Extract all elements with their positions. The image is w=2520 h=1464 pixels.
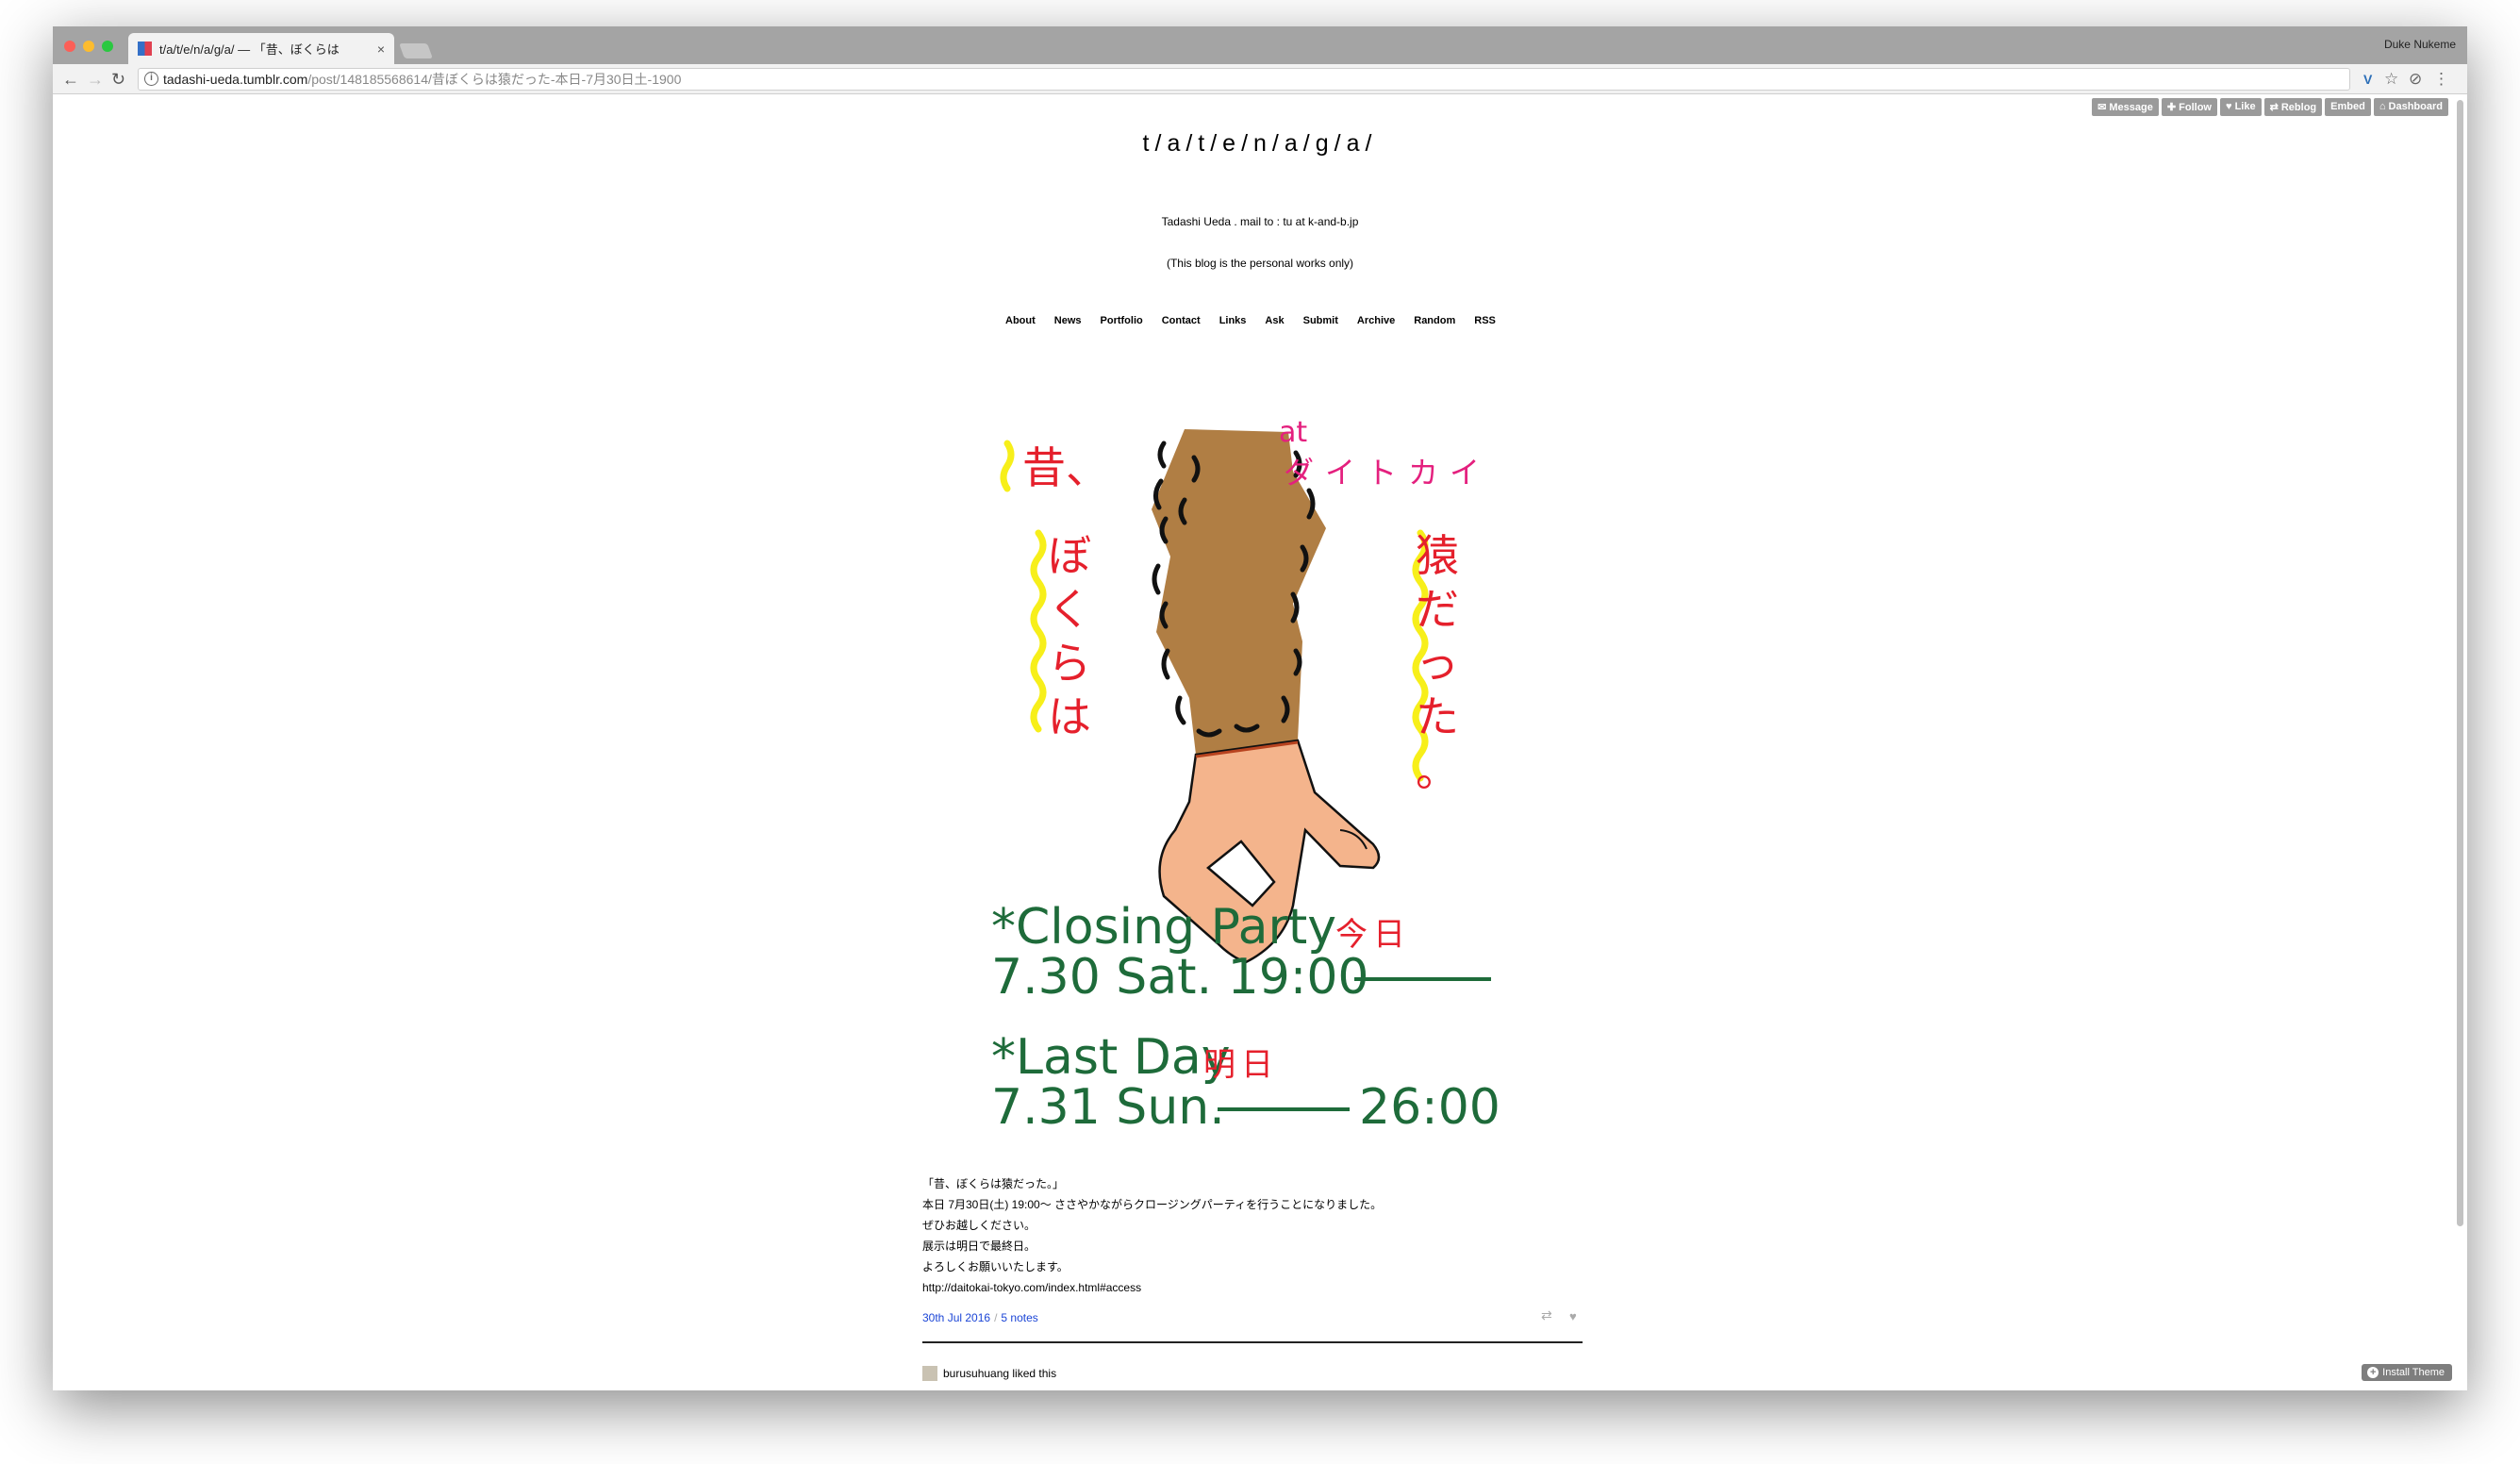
poster-last-time: 26:00 — [1359, 1079, 1500, 1136]
title-bar: t/a/t/e/n/a/g/a/ — 「昔、ぼくらは × Duke Nukeme — [53, 26, 2467, 64]
meta-separator: / — [994, 1311, 998, 1324]
info-icon[interactable]: i — [144, 72, 158, 86]
minimize-window-button[interactable] — [83, 41, 94, 52]
like-label: Like — [2234, 101, 2256, 112]
fur-stroke — [1161, 648, 1170, 680]
nav-ask[interactable]: Ask — [1265, 315, 1284, 326]
fur-stroke — [1152, 563, 1161, 595]
tumblr-favicon-icon — [138, 42, 152, 56]
install-theme-label: Install Theme — [2382, 1367, 2445, 1378]
nav-contact[interactable]: Contact — [1162, 315, 1201, 326]
poster-closing-time: 7.30 Sat. 19:00 — [991, 949, 1369, 1006]
close-window-button[interactable] — [64, 41, 75, 52]
install-theme-button[interactable]: + Install Theme — [2362, 1364, 2452, 1381]
like-heart-icon[interactable]: ♥ — [1569, 1309, 1577, 1323]
poster-venue: ダイトカイ — [1284, 455, 1491, 491]
nav-about[interactable]: About — [1005, 315, 1036, 326]
poster-mukashi: 昔、 — [1022, 442, 1109, 493]
url-path: /post/148185568614/昔ぼくらは猿だった-本日-7月30日土-1… — [307, 72, 682, 87]
browser-window: t/a/t/e/n/a/g/a/ — 「昔、ぼくらは × Duke Nukeme… — [53, 26, 2467, 1390]
poster-saru-1: 猿 — [1416, 530, 1459, 581]
caption-line: よろしくお願いいたします。 — [922, 1260, 1069, 1273]
post-caption: 「昔、ぼくらは猿だった。」 本日 7月30日(土) 19:00〜 ささやかながら… — [922, 1173, 1583, 1298]
tab-title: t/a/t/e/n/a/g/a/ — 「昔、ぼくらは — [159, 42, 340, 57]
caption-line: ぜひお越しください。 — [922, 1219, 1036, 1232]
nav-submit[interactable]: Submit — [1303, 315, 1338, 326]
yellow-squiggle-1 — [1000, 440, 1015, 492]
poster-bokura-3: ら — [1048, 638, 1091, 689]
embed-label: Embed — [2330, 101, 2365, 112]
caption-line: 展示は明日で最終日。 — [922, 1239, 1036, 1253]
poster-bokura-1: ぼ — [1048, 530, 1091, 581]
plus-icon: + — [2367, 1367, 2379, 1378]
post-divider — [922, 1341, 1583, 1343]
poster-saru-3: っ — [1416, 638, 1459, 689]
follow-button[interactable]: ✚ Follow — [2161, 98, 2217, 116]
fur-stroke — [1157, 441, 1167, 469]
like-button[interactable]: ♥ Like — [2219, 98, 2262, 116]
menu-icon[interactable]: ⋮ — [2433, 70, 2449, 89]
nav-news[interactable]: News — [1054, 315, 1082, 326]
poster-last-date: 7.31 Sun. — [991, 1079, 1225, 1136]
reblog-label: Reblog — [2280, 102, 2317, 113]
yellow-squiggle-2 — [1030, 529, 1047, 733]
reblog-icon[interactable]: ⇄ — [1541, 1307, 1552, 1323]
nav-archive[interactable]: Archive — [1357, 315, 1395, 326]
zoom-window-button[interactable] — [102, 41, 113, 52]
poster-image[interactable]: 昔、 at ダイトカイ ぼ く ら は 猿 だ っ た 。 *Closing P… — [958, 415, 1524, 1198]
back-icon[interactable]: ← — [62, 70, 79, 89]
poster-bokura-2: く — [1048, 584, 1091, 635]
caption-link[interactable]: http://daitokai-tokyo.com/index.html#acc… — [922, 1277, 1583, 1298]
extension-shield-icon[interactable]: ⊘ — [2409, 70, 2422, 89]
post-notes-link[interactable]: 5 notes — [1001, 1311, 1037, 1324]
nav-rss[interactable]: RSS — [1474, 315, 1496, 326]
post-meta: 30th Jul 2016 /5 notes — [922, 1311, 1038, 1324]
poster-tomorrow: 明日 — [1203, 1046, 1279, 1084]
post-date-link[interactable]: 30th Jul 2016 — [922, 1311, 990, 1324]
poster-today: 今日 — [1335, 916, 1411, 954]
poster-at: at — [1279, 416, 1307, 449]
note-item: burusuhuang liked this — [922, 1366, 1056, 1381]
message-button[interactable]: ✉ Message — [2092, 98, 2159, 116]
message-label: Message — [2109, 102, 2153, 113]
embed-button[interactable]: Embed — [2325, 98, 2371, 116]
forward-icon[interactable]: → — [87, 70, 104, 89]
page-viewport: ✉ Message ✚ Follow ♥ Like ⇄ Reblog Embed… — [53, 94, 2467, 1390]
browser-toolbar: ← → ↻ i tadashi-ueda.tumblr.com/post/148… — [53, 64, 2467, 94]
blog-nav: About News Portfolio Contact Links Ask S… — [1005, 315, 1496, 326]
new-tab-button[interactable] — [399, 43, 433, 58]
reblog-button[interactable]: ⇄ Reblog — [2263, 98, 2323, 116]
nav-random[interactable]: Random — [1414, 315, 1455, 326]
blog-description: Tadashi Ueda . mail to : tu at k-and-b.j… — [1161, 215, 1359, 228]
browser-tab[interactable]: t/a/t/e/n/a/g/a/ — 「昔、ぼくらは × — [128, 33, 394, 64]
poster-bokura-4: は — [1048, 691, 1091, 742]
poster-saru-5: 。 — [1416, 745, 1459, 796]
nav-links[interactable]: Links — [1219, 315, 1247, 326]
extension-v-icon[interactable]: V — [2363, 70, 2372, 89]
tumblr-controls: ✉ Message ✚ Follow ♥ Like ⇄ Reblog Embed… — [2092, 98, 2448, 116]
dashboard-button[interactable]: ⌂ Dashboard — [2373, 98, 2448, 116]
avatar[interactable] — [922, 1366, 937, 1381]
poster-closing-party: *Closing Party — [991, 899, 1336, 956]
poster-saru-4: た — [1416, 691, 1459, 742]
dashboard-label: Dashboard — [2388, 101, 2443, 112]
address-bar[interactable]: i tadashi-ueda.tumblr.com/post/148185568… — [138, 68, 2350, 91]
reload-icon[interactable]: ↻ — [111, 70, 125, 89]
profile-name[interactable]: Duke Nukeme — [2384, 38, 2456, 51]
url-host: tadashi-ueda.tumblr.com — [163, 72, 308, 87]
poster-saru-2: だ — [1416, 584, 1459, 635]
blog-title[interactable]: t/a/t/e/n/a/g/a/ — [53, 130, 2467, 158]
nav-portfolio[interactable]: Portfolio — [1101, 315, 1143, 326]
fur-stroke — [1175, 695, 1186, 725]
caption-line: 本日 7月30日(土) 19:00〜 ささやかながらクロージングパーティを行うこ… — [922, 1198, 1383, 1211]
note-text[interactable]: burusuhuang liked this — [943, 1367, 1056, 1380]
follow-label: Follow — [2179, 102, 2212, 113]
bookmark-star-icon[interactable]: ☆ — [2384, 70, 2398, 89]
tab-close-icon[interactable]: × — [377, 42, 385, 57]
caption-line: 「昔、ぼくらは猿だった。」 — [922, 1177, 1065, 1190]
blog-description-note: (This blog is the personal works only) — [1166, 257, 1354, 270]
poster-last-day: *Last Day — [991, 1029, 1231, 1086]
